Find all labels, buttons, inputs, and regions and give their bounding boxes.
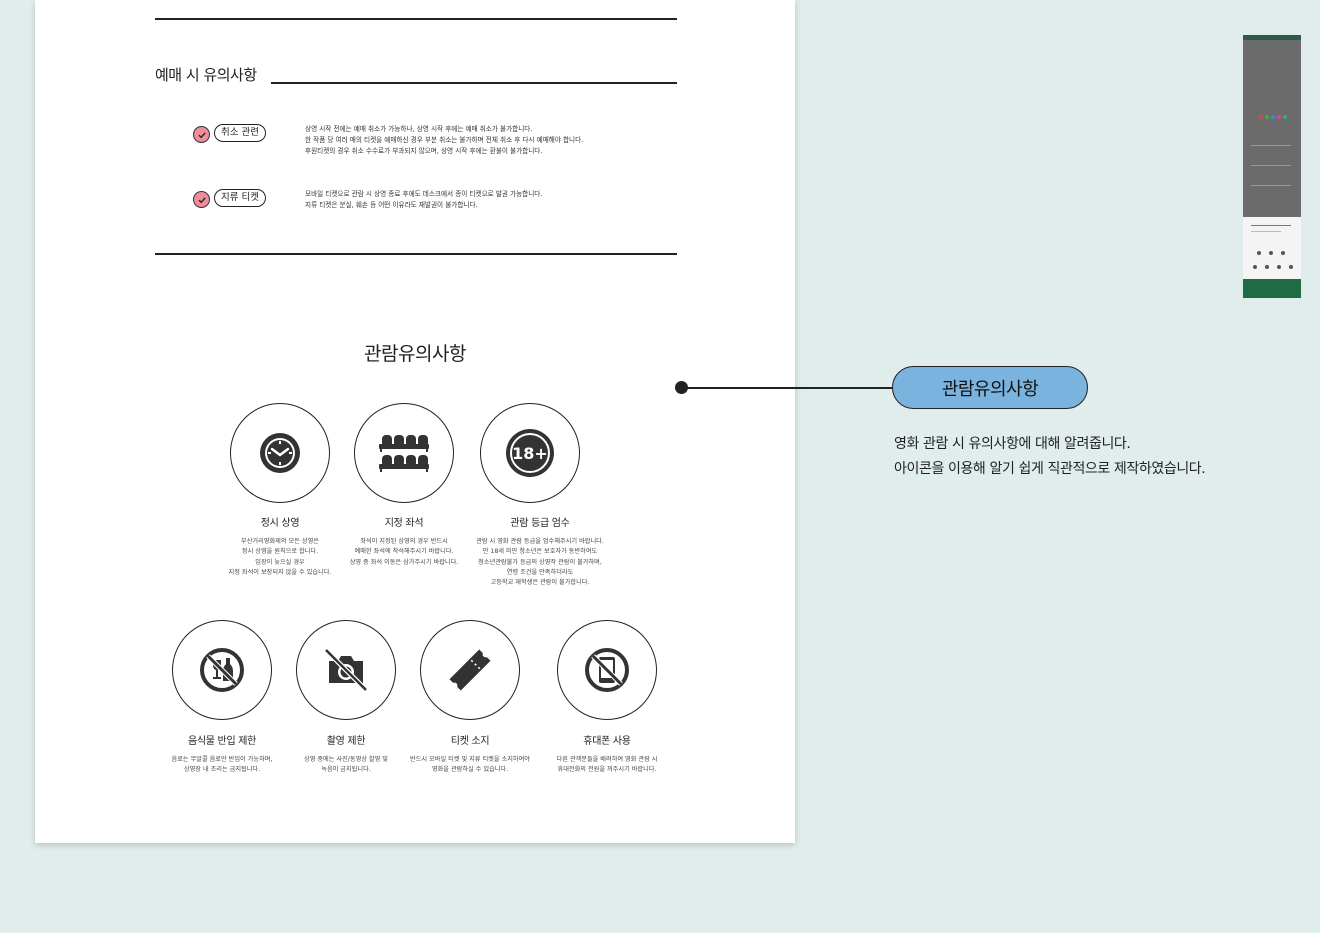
notice-description: 다른 관객분들을 배려하여 영화 관람 시 휴대전화의 전원을 꺼주시기 바랍니다… [556,756,658,774]
check-icon [193,126,210,143]
note-cancel: 취소 관련 [193,124,266,143]
divider-top [155,18,677,20]
callout-label: 관람유의사항 [892,366,1088,409]
notice-title: 관람 등급 엄수 [510,518,570,529]
note-cancel-text: 상영 시작 전에는 예매 취소가 가능하나, 상영 시작 후에는 예매 취소가 … [305,125,584,156]
notice-title: 티켓 소지 [450,736,490,747]
age-18-icon: 18+ [480,403,580,503]
no-food-icon [172,620,272,720]
viewing-notes-title: 관람유의사항 [364,343,466,365]
callout-anchor-dot [675,381,688,394]
no-camera-icon [296,620,396,720]
clock-icon [230,403,330,503]
note-paper-ticket-text: 모바일 티켓으로 관람 시 상영 종료 후에도 데스크에서 종이 티켓으로 발권… [305,190,543,210]
page-mockup: 예매 시 유의사항 취소 관련 상영 시작 전에는 예매 취소가 가능하나, 상… [35,0,795,843]
note-paper-ticket: 지류 티켓 [193,189,266,208]
note-paper-ticket-label: 지류 티켓 [214,189,266,207]
ticket-notes-title: 예매 시 유의사항 [155,64,263,85]
check-icon [193,191,210,208]
ticket-icon [420,620,520,720]
age-badge-text: 18+ [512,444,548,463]
divider-bottom [155,253,677,255]
notice-description: 관람 시 영화 관람 등급을 엄수해주시기 바랍니다. 만 18세 미만 청소년은… [476,538,604,587]
seats-icon [354,403,454,503]
note-cancel-label: 취소 관련 [214,124,266,142]
callout-connector [682,387,894,389]
notice-title: 휴대폰 사용 [583,736,631,747]
title-rule [271,82,677,84]
callout-description: 영화 관람 시 유의사항에 대해 알려줍니다. 아이콘을 이용해 알기 쉽게 직… [894,436,1206,477]
no-phone-icon [557,620,657,720]
page-thumbnail[interactable] [1243,35,1301,298]
